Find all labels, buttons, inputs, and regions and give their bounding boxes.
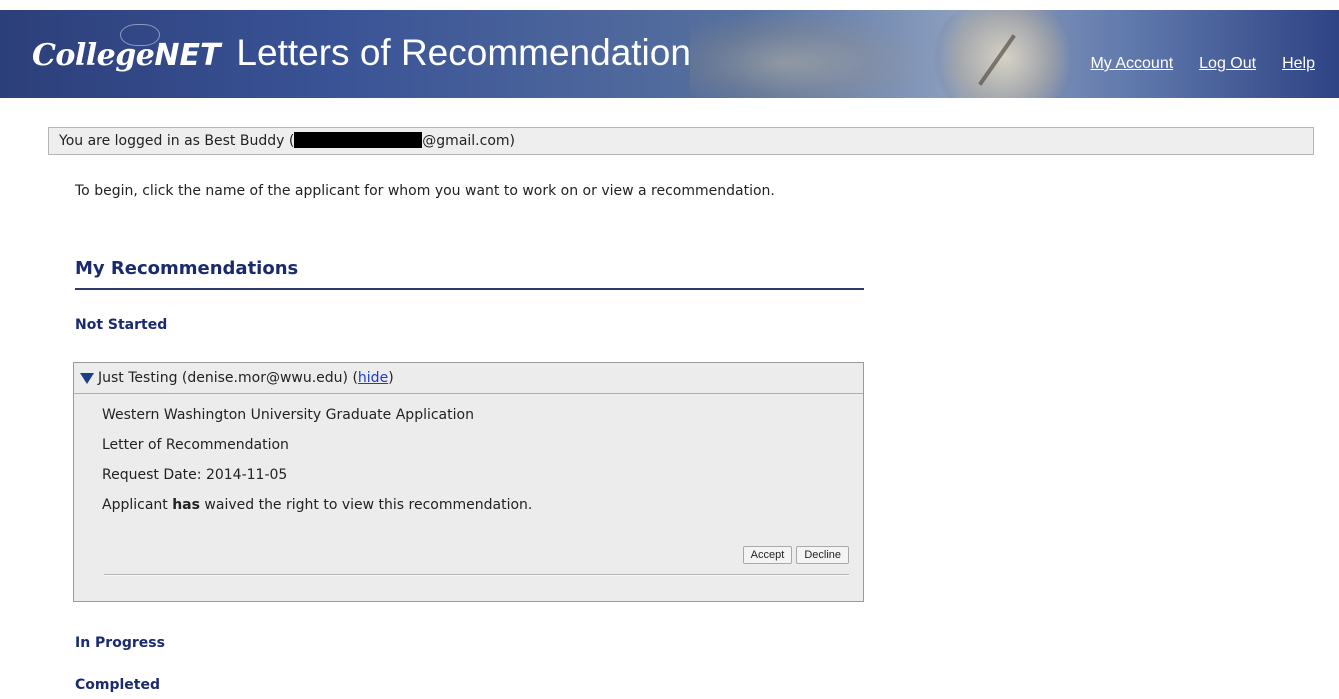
waiver-pre: Applicant [102,497,173,513]
applicant-name[interactable]: Just Testing (denise.mor@wwu.edu) ( [98,363,358,393]
top-navigation: My Account Log Out Help [1090,55,1315,73]
redacted-email-block [294,132,423,148]
help-link[interactable]: Help [1282,55,1315,73]
waiver-post: waived the right to view this recommenda… [199,497,533,513]
banner-map-decoration [690,10,930,98]
card-body: Western Washington University Graduate A… [74,394,863,520]
globe-icon [120,24,160,46]
recommendation-card: Just Testing (denise.mor@wwu.edu) (hide)… [73,362,864,602]
compass-decoration [930,10,1080,98]
my-account-link[interactable]: My Account [1090,55,1173,73]
accept-button[interactable]: Accept [742,546,793,564]
card-actions: Accept Decline [742,546,849,564]
program-name: Western Washington University Graduate A… [102,407,474,423]
waiver-bold: has [172,497,200,513]
log-out-link[interactable]: Log Out [1199,55,1256,73]
hide-link[interactable]: hide [358,363,388,393]
document-type: Letter of Recommendation [102,437,289,453]
card-header[interactable]: Just Testing (denise.mor@wwu.edu) (hide) [74,363,863,394]
request-date: Request Date: 2014-11-05 [102,467,288,483]
user-bar-suffix: @gmail.com) [422,133,515,149]
my-recommendations-heading: My Recommendations [75,258,864,290]
card-divider [104,574,849,576]
intro-text: To begin, click the name of the applican… [75,183,775,199]
in-progress-heading: In Progress [75,635,165,651]
user-bar-prefix: You are logged in as Best Buddy ( [59,133,295,149]
not-started-heading: Not Started [75,317,168,333]
close-paren: ) [388,370,394,386]
completed-heading: Completed [75,677,161,693]
app-title: Letters of Recommendation [236,32,691,73]
decline-button[interactable]: Decline [796,546,849,564]
header-banner: College NET Letters of Recommendation My… [0,10,1339,98]
expand-triangle-icon[interactable] [80,372,94,384]
logged-in-user-bar: You are logged in as Best Buddy ( @gmail.… [48,127,1314,155]
waiver-statement: Applicant has waived the right to view t… [102,490,863,520]
logo-net-text: NET [154,38,221,73]
